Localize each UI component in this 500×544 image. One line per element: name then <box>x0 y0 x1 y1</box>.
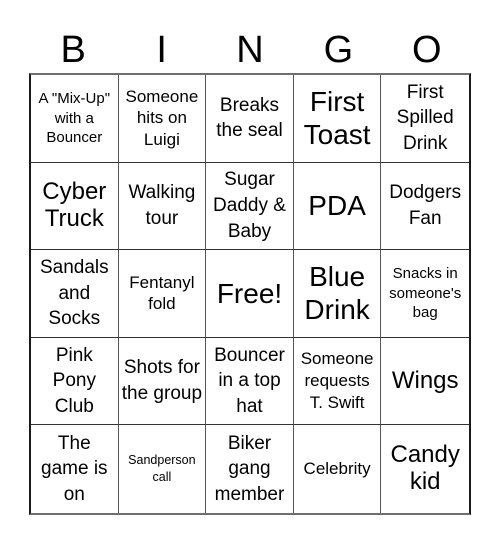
free-space-cell[interactable]: Free! <box>206 250 294 338</box>
cell-label: First Toast <box>303 85 371 151</box>
cell-label: Pink Pony Club <box>52 344 96 417</box>
cell-label: Bouncer in a top hat <box>214 344 285 417</box>
header-letter-n: N <box>236 29 264 71</box>
cell-label: Shots for the group <box>121 357 203 405</box>
bingo-cell[interactable]: Snacks in someone's bag <box>381 250 469 338</box>
bingo-cell[interactable]: Wings <box>381 338 469 426</box>
cell-label: Blue Drink <box>304 260 370 326</box>
cell-label: Free! <box>216 277 283 309</box>
cell-label: Sandals and Socks <box>39 257 109 330</box>
header-letter-o: O <box>412 29 442 71</box>
bingo-cell[interactable]: Candy kid <box>381 425 469 513</box>
bingo-cell[interactable]: Sandals and Socks <box>31 250 119 338</box>
bingo-cell[interactable]: Fentanyl fold <box>118 250 207 338</box>
bingo-cell[interactable]: PDA <box>293 162 382 251</box>
bingo-cell[interactable]: Bouncer in a top hat <box>206 337 294 426</box>
bingo-cell[interactable]: Shots for the group <box>118 337 207 426</box>
cell-label: Someone hits on Luigi <box>125 86 199 150</box>
bingo-cell[interactable]: Sugar Daddy & Baby <box>206 162 294 251</box>
cell-label: First Spilled Drink <box>396 81 454 155</box>
bingo-cell[interactable]: Blue Drink <box>293 250 382 338</box>
header-letter-g: G <box>323 29 354 71</box>
cell-label: Biker gang member <box>214 432 285 505</box>
cell-label: Wings <box>391 366 459 394</box>
header-letter-i: I <box>156 29 167 71</box>
cell-label: Cyber Truck <box>42 178 107 232</box>
bingo-cell[interactable]: Breaks the seal <box>206 75 294 163</box>
bingo-cell[interactable]: Celebrity <box>294 425 382 513</box>
bingo-cell[interactable]: A "Mix-Up" with a Bouncer <box>31 75 119 163</box>
cell-label: Someone requests T. Swift <box>300 349 374 412</box>
cell-label: Celebrity <box>303 459 371 479</box>
cell-label: Breaks the seal <box>216 94 283 142</box>
bingo-cell[interactable]: Pink Pony Club <box>31 337 119 426</box>
bingo-board: A "Mix-Up" with a Bouncer Someone hits o… <box>29 73 471 515</box>
bingo-cell[interactable]: The game is on <box>31 425 119 513</box>
cell-label: Candy kid <box>390 441 460 496</box>
bingo-cell[interactable]: Someone hits on Luigi <box>118 75 207 163</box>
cell-label: A "Mix-Up" with a Bouncer <box>38 90 111 147</box>
cell-label: Sugar Daddy & Baby <box>213 169 286 242</box>
cell-label: Fentanyl fold <box>129 272 195 314</box>
cell-label: Snacks in someone's bag <box>389 265 462 322</box>
bingo-cell[interactable]: Sandperson call <box>119 425 207 513</box>
cell-label: Dodgers Fan <box>389 182 462 229</box>
bingo-cell[interactable]: First Toast <box>293 75 382 163</box>
bingo-cell[interactable]: Someone requests T. Swift <box>293 337 382 426</box>
bingo-cell[interactable]: Walking tour <box>118 162 207 251</box>
cell-label: Sandperson call <box>128 452 196 485</box>
header-letter-b: B <box>60 29 86 71</box>
bingo-cell[interactable]: First Spilled Drink <box>381 75 469 163</box>
cell-label: The game is on <box>41 432 108 505</box>
bingo-cell[interactable]: Biker gang member <box>206 425 294 513</box>
bingo-header: B I N G O <box>29 28 471 73</box>
cell-label: PDA <box>308 190 366 222</box>
bingo-cell[interactable]: Dodgers Fan <box>381 163 469 251</box>
bingo-cell[interactable]: Cyber Truck <box>31 162 119 251</box>
cell-label: Walking tour <box>128 182 196 229</box>
